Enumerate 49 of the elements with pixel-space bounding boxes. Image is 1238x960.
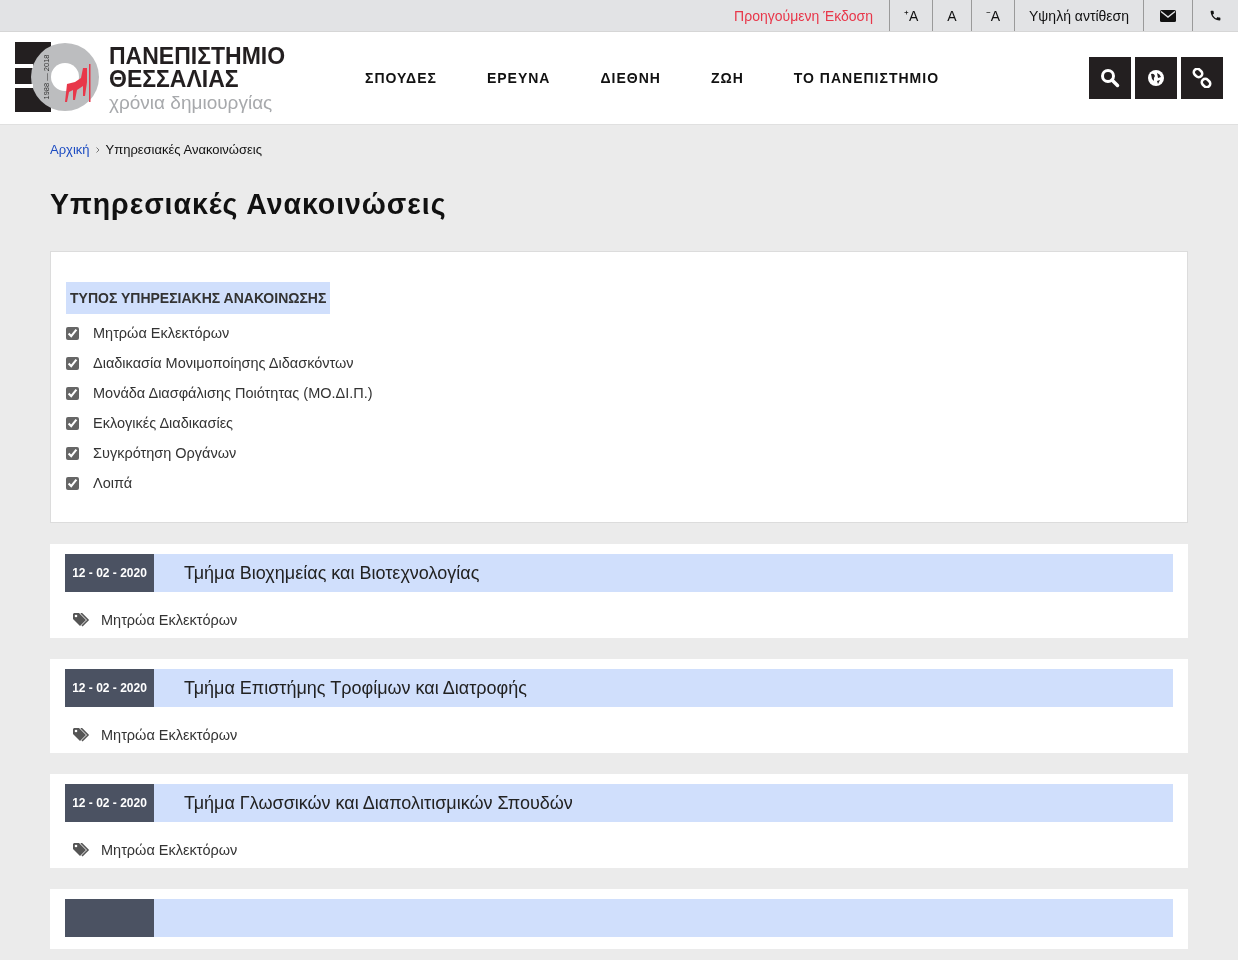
high-contrast-button[interactable]: Υψηλή αντίθεση (1014, 0, 1143, 31)
font-size-button[interactable]: A (932, 0, 971, 31)
chain-link-icon (1192, 68, 1212, 88)
logo-title: ΠΑΝΕΠΙΣΤΗΜΙΟ (109, 44, 286, 68)
announcement-tag[interactable]: Μητρώα Εκλεκτόρων (101, 842, 238, 858)
announcement-title[interactable]: Τμήμα Γλωσσικών και Διαπολιτισμικών Σπουδών (154, 784, 573, 822)
nav-link[interactable]: ΣΠΟΥΔΕΣ (365, 70, 437, 86)
filter-heading: ΤΥΠΟΣ ΥΠΗΡΕΣΙΑΚΗΣ ΑΝΑΚΟΙΝΩΣΗΣ (66, 282, 331, 314)
nav-link[interactable]: ΖΩΗ (710, 70, 744, 86)
filter-checkbox[interactable] (66, 446, 79, 460)
breadcrumb-link[interactable]: Αρχική (50, 142, 90, 157)
announcement-title[interactable]: Τμήμα Βιοχημείας και Βιοτεχνολογίας (154, 554, 480, 592)
filter-checkbox[interactable] (66, 476, 79, 490)
date-badge: 12 - 02 - 2020 (65, 554, 154, 592)
logo-title: ΘΕΣΣΑΛΙΑΣ (109, 67, 240, 91)
announcement-title[interactable]: Τμήμα Επιστήμης Τροφίμων και Διατροφής (154, 669, 527, 707)
globe-button[interactable] (1135, 57, 1177, 99)
search-icon (1100, 68, 1120, 88)
tags-icon (73, 613, 91, 627)
nav-link[interactable]: ΕΡΕΥΝΑ (486, 70, 551, 86)
font-size-button[interactable]: ⁻A (970, 0, 1015, 31)
announcement-tag[interactable]: Μητρώα Εκλεκτόρων (101, 612, 238, 628)
logo-tagline: χρόνια δημιουργίας (109, 92, 274, 112)
tags-icon (73, 728, 91, 742)
filter-option-label: Μονάδα Διασφάλισης Ποιότητας (ΜΟ.ΔΙ.Π.) (93, 385, 373, 401)
announcement-tag[interactable]: Μητρώα Εκλεκτόρων (101, 727, 238, 743)
filter-option-label: Μητρώα Εκλεκτόρων (93, 325, 230, 341)
tags-icon (73, 843, 91, 857)
filter-checkbox[interactable] (66, 356, 79, 370)
filter-checkbox[interactable] (66, 326, 79, 340)
mail-icon (1160, 9, 1176, 22)
filter-option-label: Λοιπά (93, 475, 133, 491)
page-title: Υπηρεσιακές Ανακοινώσεις (50, 187, 448, 221)
nav-link[interactable]: ΤΟ ΠΑΝΕΠΙΣΤΗΜΙΟ (793, 70, 940, 86)
globe-icon (1147, 69, 1165, 87)
font-size-button[interactable]: ⁺A (889, 0, 933, 31)
link-button[interactable] (1181, 57, 1223, 99)
chevron-icon (95, 146, 100, 153)
filter-checkbox[interactable] (66, 416, 79, 430)
nav-link[interactable]: ΔΙΕΘΝΗ (600, 70, 661, 86)
date-badge: 12 - 02 - 2020 (65, 784, 154, 822)
search-button[interactable] (1089, 57, 1131, 99)
filter-option-label: Διαδικασία Μονιμοποίησης Διδασκόντων (93, 355, 354, 371)
filter-option-label: Συγκρότηση Οργάνων (93, 445, 237, 461)
filter-checkbox[interactable] (66, 386, 79, 400)
date-badge: 12 - 02 - 2020 (65, 669, 154, 707)
filter-option-label: Εκλογικές Διαδικασίες (93, 415, 234, 431)
breadcrumb-current: Υπηρεσιακές Ανακοινώσεις (105, 142, 262, 157)
phone-icon (1209, 9, 1222, 22)
